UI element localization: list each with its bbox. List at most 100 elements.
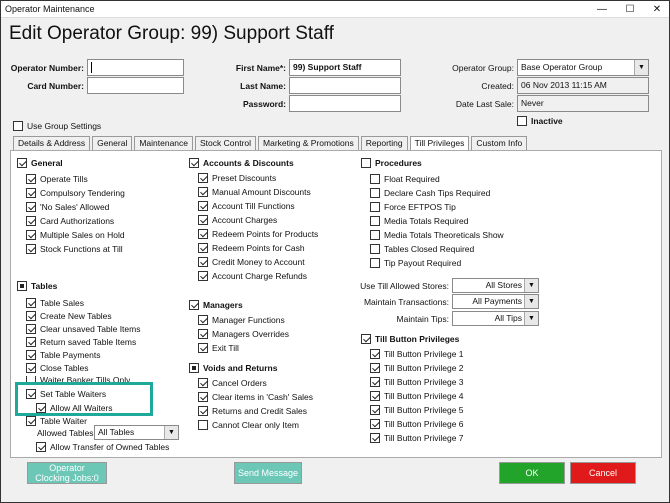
checkbox-label: Float Required [384, 174, 440, 184]
checkbox-label: Use Group Settings [27, 121, 102, 131]
chevron-down-icon: ▼ [164, 426, 178, 439]
account-charges-checkbox[interactable]: Account Charges [198, 215, 277, 225]
account-till-functions-checkbox[interactable]: Account Till Functions [198, 201, 295, 211]
manager-functions-checkbox[interactable]: Manager Functions [198, 315, 285, 325]
return-saved-table-items-checkbox[interactable]: Return saved Table Items [26, 337, 136, 347]
cancel-button[interactable]: Cancel [570, 462, 636, 484]
checkbox-label: Till Button Privilege 2 [384, 363, 464, 373]
till-button-privilege-6-checkbox[interactable]: Till Button Privilege 6 [370, 419, 464, 429]
multiple-sales-on-hold-checkbox[interactable]: Multiple Sales on Hold [26, 230, 125, 240]
first-name-input[interactable]: 99) Support Staff [289, 59, 401, 76]
table-sales-checkbox[interactable]: Table Sales [26, 298, 84, 308]
tables-closed-required-checkbox[interactable]: Tables Closed Required [370, 244, 474, 254]
tab-reporting[interactable]: Reporting [360, 136, 408, 150]
use-group-settings-checkbox[interactable]: Use Group Settings [13, 121, 101, 131]
accounts-discounts-header-checkbox[interactable]: Accounts & Discounts [189, 158, 294, 168]
maximize-button[interactable]: ☐ [619, 1, 641, 18]
cannot-clear-only-item-checkbox[interactable]: Cannot Clear only Item [198, 420, 299, 430]
allowed-tables-select[interactable]: All Tables ▼ [94, 425, 179, 440]
card-authorizations-checkbox[interactable]: Card Authorizations [26, 216, 114, 226]
tab-till-privileges[interactable]: Till Privileges [409, 136, 470, 151]
tab-marketing-promotions[interactable]: Marketing & Promotions [258, 136, 359, 150]
clear-items-cash-sales-checkbox[interactable]: Clear items in 'Cash' Sales [198, 392, 313, 402]
preset-discounts-checkbox[interactable]: Preset Discounts [198, 173, 276, 183]
declare-cash-tips-checkbox[interactable]: Declare Cash Tips Required [370, 188, 490, 198]
general-header-checkbox[interactable]: General [17, 158, 63, 168]
minimize-button[interactable]: — [591, 1, 613, 18]
till-button-privilege-1-checkbox[interactable]: Till Button Privilege 1 [370, 349, 464, 359]
tables-header-checkbox[interactable]: Tables [17, 281, 57, 291]
checkbox-box [370, 258, 380, 268]
close-button[interactable]: ✕ [646, 1, 668, 18]
exit-till-checkbox[interactable]: Exit Till [198, 343, 239, 353]
password-input[interactable] [289, 95, 401, 112]
redeem-points-cash-checkbox[interactable]: Redeem Points for Cash [198, 243, 305, 253]
operator-clocking-jobs-button[interactable]: Operator Clocking Jobs:0 [27, 462, 107, 484]
last-name-input[interactable] [289, 77, 401, 94]
table-waiter-checkbox[interactable]: Table Waiter [26, 416, 87, 426]
credit-money-account-checkbox[interactable]: Credit Money to Account [198, 257, 305, 267]
force-eftpos-tip-checkbox[interactable]: Force EFTPOS Tip [370, 202, 456, 212]
tip-payout-required-checkbox[interactable]: Tip Payout Required [370, 258, 461, 268]
checkbox-box [370, 363, 380, 373]
send-message-button[interactable]: Send Message [234, 462, 302, 484]
tab-stock-control[interactable]: Stock Control [195, 136, 257, 150]
till-button-privilege-3-checkbox[interactable]: Till Button Privilege 3 [370, 377, 464, 387]
checkbox-label: Return saved Table Items [40, 337, 137, 347]
created-value: 06 Nov 2013 11:15 AM [517, 77, 649, 94]
managers-header-checkbox[interactable]: Managers [189, 300, 243, 310]
operate-tills-checkbox[interactable]: Operate Tills [26, 174, 88, 184]
float-required-checkbox[interactable]: Float Required [370, 174, 440, 184]
procedures-header-checkbox[interactable]: Procedures [361, 158, 422, 168]
close-tables-checkbox[interactable]: Close Tables [26, 363, 89, 373]
managers-overrides-checkbox[interactable]: Managers Overrides [198, 329, 289, 339]
stock-functions-at-till-checkbox[interactable]: Stock Functions at Till [26, 244, 123, 254]
checkbox-box [26, 216, 36, 226]
checkbox-label: Table Waiter [40, 416, 87, 426]
maintain-transactions-select[interactable]: All Payments ▼ [452, 294, 539, 309]
checkbox-box [26, 298, 36, 308]
till-button-privilege-4-checkbox[interactable]: Till Button Privilege 4 [370, 391, 464, 401]
tab-custom-info[interactable]: Custom Info [471, 136, 528, 150]
checkbox-box [26, 324, 36, 334]
create-new-tables-checkbox[interactable]: Create New Tables [26, 311, 112, 321]
operator-number-input[interactable] [87, 59, 184, 76]
maintain-tips-select[interactable]: All Tips ▼ [452, 311, 539, 326]
media-totals-theoreticals-checkbox[interactable]: Media Totals Theoreticals Show [370, 230, 504, 240]
inactive-checkbox[interactable]: Inactive [517, 116, 563, 126]
redeem-points-products-checkbox[interactable]: Redeem Points for Products [198, 229, 318, 239]
account-charge-refunds-checkbox[interactable]: Account Charge Refunds [198, 271, 307, 281]
till-button-privileges-header-checkbox[interactable]: Till Button Privileges [361, 334, 459, 344]
password-label: Password: [243, 99, 286, 109]
card-number-input[interactable] [87, 77, 184, 94]
checkbox-label: Managers Overrides [212, 329, 290, 339]
checkbox-box [198, 201, 208, 211]
till-button-privilege-7-checkbox[interactable]: Till Button Privilege 7 [370, 433, 464, 443]
checkbox-label: General [31, 158, 63, 168]
checkbox-box [13, 121, 23, 131]
operator-group-select[interactable]: Base Operator Group ▼ [517, 59, 649, 76]
chevron-down-icon: ▼ [524, 312, 538, 325]
ok-button[interactable]: OK [499, 462, 565, 484]
table-payments-checkbox[interactable]: Table Payments [26, 350, 100, 360]
cancel-orders-checkbox[interactable]: Cancel Orders [198, 378, 267, 388]
compulsory-tendering-checkbox[interactable]: Compulsory Tendering [26, 188, 125, 198]
tab-details-address[interactable]: Details & Address [13, 136, 91, 150]
till-button-privilege-5-checkbox[interactable]: Till Button Privilege 5 [370, 405, 464, 415]
first-name-label: First Name*: [235, 63, 286, 73]
checkbox-box [198, 406, 208, 416]
checkbox-label: Account Charges [212, 215, 278, 225]
checkbox-label: Create New Tables [40, 311, 112, 321]
returns-credit-sales-checkbox[interactable]: Returns and Credit Sales [198, 406, 307, 416]
media-totals-required-checkbox[interactable]: Media Totals Required [370, 216, 468, 226]
clear-unsaved-table-items-checkbox[interactable]: Clear unsaved Table Items [26, 324, 140, 334]
tab-maintenance[interactable]: Maintenance [134, 136, 194, 150]
no-sales-allowed-checkbox[interactable]: 'No Sales' Allowed [26, 202, 109, 212]
allow-transfer-owned-tables-checkbox[interactable]: Allow Transfer of Owned Tables [36, 442, 169, 452]
checkbox-label: Cannot Clear only Item [212, 420, 299, 430]
till-button-privilege-2-checkbox[interactable]: Till Button Privilege 2 [370, 363, 464, 373]
allowed-stores-select[interactable]: All Stores ▼ [452, 278, 539, 293]
tab-general[interactable]: General [92, 136, 133, 150]
manual-amount-discounts-checkbox[interactable]: Manual Amount Discounts [198, 187, 311, 197]
voids-returns-header-checkbox[interactable]: Voids and Returns [189, 363, 277, 373]
